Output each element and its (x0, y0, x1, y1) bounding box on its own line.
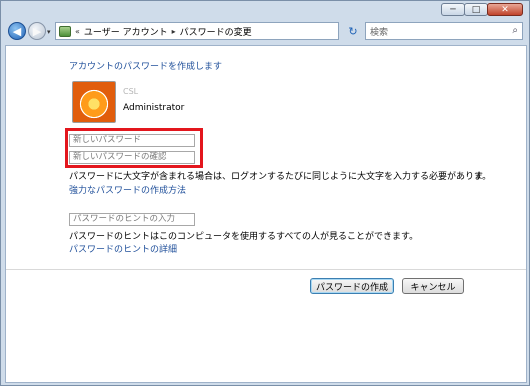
navigation-bar: ◀ ▶ ▾ « ユーザー アカウント ▸ パスワードの変更 ↻ 検索 ⌕ (1, 19, 529, 45)
create-password-button[interactable]: パスワードの作成 (310, 278, 394, 294)
hint-notice-text: パスワードのヒントはこのコンピュータを使用するすべての人が見ることができます。 (69, 232, 419, 242)
refresh-icon[interactable]: ↻ (345, 22, 361, 40)
cancel-button[interactable]: キャンセル (402, 278, 464, 294)
window-controls: ─ □ ✕ (441, 3, 523, 16)
search-input[interactable]: 検索 ⌕ (365, 22, 523, 40)
breadcrumb-change-password[interactable]: パスワードの変更 (180, 25, 252, 38)
search-placeholder: 検索 (370, 27, 389, 38)
user-name: CSL (123, 87, 139, 96)
title-bar: ─ □ ✕ (1, 1, 529, 17)
maximize-button[interactable]: □ (464, 3, 488, 16)
strong-password-link[interactable]: 強力なパスワードの作成方法 (69, 183, 186, 196)
hint-details-link[interactable]: パスワードのヒントの詳細 (69, 242, 177, 255)
breadcrumb-user-accounts[interactable]: ユーザー アカウント (84, 25, 168, 38)
back-button[interactable]: ◀ (8, 22, 26, 40)
page-title: アカウントのパスワードを作成します (69, 62, 223, 72)
caps-warning-text: パスワードに大文字が含まれる場合は、ログオンするたびに同じように大文字を入力する… (69, 172, 484, 182)
user-avatar (72, 81, 116, 123)
main-content: アカウントのパスワードを作成します CSL Administrator 新しいパ… (5, 45, 527, 383)
search-icon[interactable]: ⌕ (512, 25, 518, 36)
user-account-type: Administrator (123, 103, 185, 113)
breadcrumb-separator-icon[interactable]: ▸ (172, 27, 176, 36)
minimize-button[interactable]: ─ (441, 3, 465, 16)
forward-button[interactable]: ▶ (28, 22, 46, 40)
divider (6, 269, 526, 270)
breadcrumb-overflow-icon[interactable]: « (75, 27, 80, 36)
control-panel-icon (59, 25, 71, 37)
close-button[interactable]: ✕ (487, 3, 523, 16)
recent-pages-dropdown-icon[interactable]: ▾ (47, 28, 51, 36)
password-hint-field[interactable]: パスワードのヒントの入力 (69, 213, 195, 226)
highlight-box (65, 128, 203, 168)
caps-warning-text-end: す。 (474, 172, 492, 182)
address-bar[interactable]: « ユーザー アカウント ▸ パスワードの変更 (55, 22, 339, 40)
control-panel-window: ─ □ ✕ ◀ ▶ ▾ « ユーザー アカウント ▸ パスワードの変更 ↻ 検索… (0, 0, 530, 386)
